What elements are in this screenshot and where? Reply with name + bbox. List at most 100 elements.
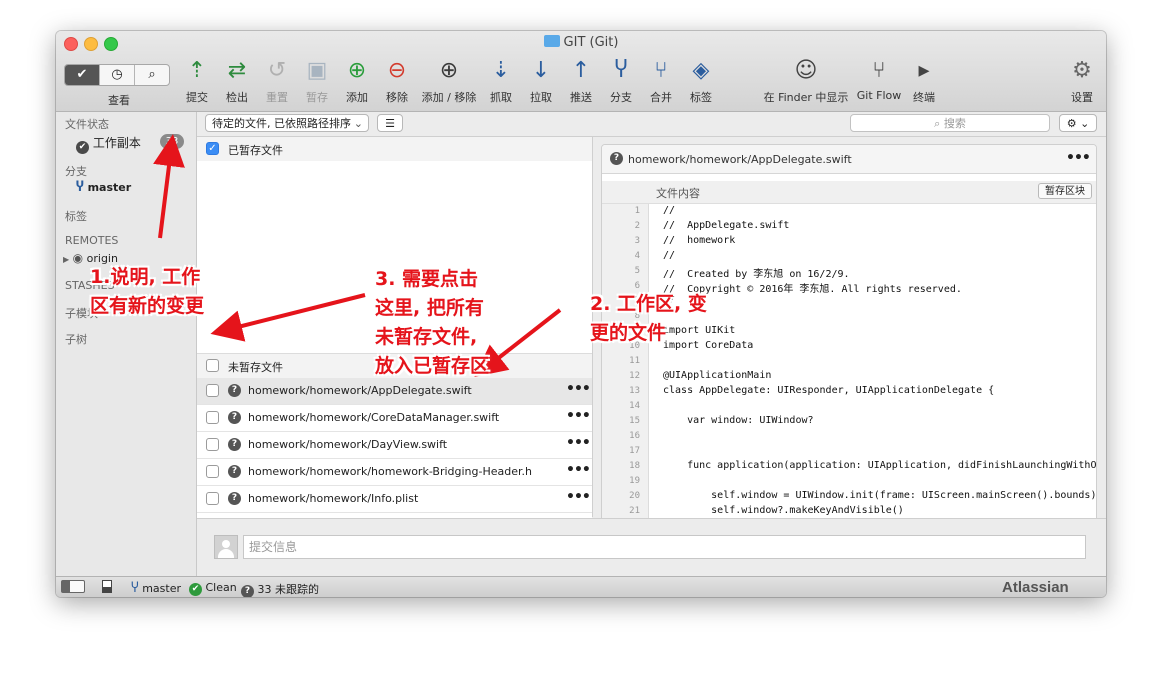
search-input[interactable]: ⌕ 搜索 [850,114,1050,132]
commit-message-input[interactable]: 提交信息 [243,535,1086,559]
sidebar: 文件状态 ✔ 工作副本 33 分支 Ⴤ master 标签 REMOTES ▶ … [56,112,197,576]
tags-header: 标签 [65,210,87,223]
diff-more-options-button[interactable]: ••• [1066,150,1091,166]
hunk-label: 文件内容 [656,187,700,200]
branches-header: 分支 [65,165,87,178]
search-icon: ⌕ [934,117,941,130]
annotation-2: 2. 工作区, 变 更的文件 [590,293,707,344]
sidebar-item-working-copy[interactable]: ✔ 工作副本 [76,134,141,154]
remotes-header: REMOTES [65,234,119,247]
action-gear-button[interactable]: ⚙ ⌄ [1059,114,1097,132]
file-path: homework/homework/Info.plist [248,492,419,505]
file-status-view-icon[interactable]: ✔ [65,65,100,85]
status-bar: Ⴤ master ✔ Clean ? 33 未跟踪的 Atlassian [56,576,1106,597]
terminal-button[interactable]: ▸ 终端 [879,57,969,105]
file-row[interactable]: ? homework/homework/DayView.swift ••• [197,432,592,459]
stage-hunk-button[interactable]: 暂存区块 [1038,183,1092,199]
app-window: GIT (Git) ✔ ◷ ⌕ 查看 ⇡ 提交 ⇄ 检出 ↺ 重置 ▣ 暂存 ⊕ 添加 ⊖ 移除 ⊕ 添加… [56,31,1106,597]
staged-files-header: ✓ 已暂存文件 [197,137,592,161]
code-line: // [663,250,676,261]
panel-toggle-icon[interactable] [102,580,112,593]
code-line: // homework [663,235,736,246]
file-stage-checkbox[interactable] [206,411,219,424]
file-row[interactable]: ? homework/homework/CoreDataManager.swift… [197,405,592,432]
file-row[interactable]: ? homework/homework/homework-Bridging-Hea… [197,459,592,486]
untracked-question-icon: ? [228,465,241,478]
file-path: homework/homework/homework-Bridging-Head… [248,465,532,478]
line-number: 20 [629,491,640,501]
sidebar-item-branch-master[interactable]: Ⴤ master [76,180,131,195]
sort-select[interactable]: 待定的文件, 已依照路径排序 ⌄ [205,114,369,132]
file-more-options-button[interactable]: ••• [566,408,591,424]
file-more-options-button[interactable]: ••• [566,462,591,478]
file-row[interactable]: ? homework/homework/AppDelegate.swift ••• [197,378,592,405]
untracked-question-icon: ? [228,411,241,424]
question-icon: ? [241,585,254,597]
untracked-question-icon: ? [228,384,241,397]
file-path: homework/homework/CoreDataManager.swift [248,411,500,424]
unstaged-files-checkbox[interactable] [206,359,219,372]
status-clean: ✔ Clean [189,581,237,596]
diff-file-path: homework/homework/AppDelegate.swift [628,153,852,166]
tag-button[interactable]: ◈ 标签 [656,57,746,105]
globe-icon: ◉ [72,251,84,265]
terminal-icon: ▸ [918,58,930,83]
disclosure-triangle-icon[interactable]: ▶ [63,255,69,264]
line-number: 11 [629,356,640,366]
list-view-button[interactable]: ☰ [377,114,403,132]
view-label: 查看 [108,94,130,107]
file-row[interactable]: ? homework/homework/Info.plist ••• [197,486,592,513]
code-line: self.window = UIWindow.init(frame: UIScr… [663,490,1097,501]
untracked-question-icon: ? [610,152,623,165]
file-more-options-button[interactable]: ••• [566,381,591,397]
toolbar-button-label: 设置 [1071,91,1093,104]
file-stage-checkbox[interactable] [206,465,219,478]
toolbar: GIT (Git) ✔ ◷ ⌕ 查看 ⇡ 提交 ⇄ 检出 ↺ 重置 ▣ 暂存 ⊕ 添加 ⊖ 移除 ⊕ 添加… [56,31,1106,112]
annotation-3: 3. 需要点击 这里, 把所有 未暂存文件, 放入已暂存区 [375,268,490,377]
avatar [214,535,238,559]
line-number: 13 [629,386,640,396]
line-number: 17 [629,446,640,456]
folder-icon [543,35,560,47]
code-line: func application(application: UIApplicat… [663,460,1097,471]
line-number: 19 [629,476,640,486]
status-untracked: ? 33 未跟踪的 [241,581,319,597]
sidebar-toggle-icon[interactable] [61,580,85,593]
file-stage-checkbox[interactable] [206,492,219,505]
untracked-question-icon: ? [228,438,241,451]
status-branch: Ⴤ master [131,581,182,596]
line-number: 2 [634,221,640,231]
code-line: self.window?.makeKeyAndVisible() [663,505,904,516]
settings-gear-icon: ⚙ [1072,58,1092,83]
line-number: 16 [629,431,640,441]
avatar-head-shape [222,540,230,548]
check-circle-icon: ✔ [76,141,89,154]
finder-icon: ☺ [794,58,818,83]
staged-files-checkbox[interactable]: ✓ [206,142,219,155]
history-view-icon[interactable]: ◷ [100,65,135,85]
line-number: 15 [629,416,640,426]
working-copy-count-badge: 33 [160,134,184,149]
avatar-body-shape [218,549,234,558]
code-line: // Created by 李东旭 on 16/2/9. [663,269,850,280]
toolbar-button-label: 标签 [690,91,712,104]
file-path: homework/homework/AppDelegate.swift [248,384,472,397]
file-more-options-button[interactable]: ••• [566,489,591,505]
file-stage-checkbox[interactable] [206,438,219,451]
settings-gear-button[interactable]: ⚙ 设置 [1037,57,1106,105]
untracked-question-icon: ? [228,492,241,505]
working-copy-label: 工作副本 [92,136,141,150]
line-number: 21 [629,506,640,516]
code-line: // Copyright © 2016年 李东旭. All rights res… [663,284,962,295]
clean-check-icon: ✔ [189,583,202,596]
gear-icon: ⚙ [1066,117,1077,130]
chevron-down-icon: ⌄ [353,117,363,130]
atlassian-brand: Atlassian [1002,579,1069,596]
line-number: 18 [629,461,640,471]
toolbar-button-label: 终端 [913,91,935,104]
file-more-options-button[interactable]: ••• [566,435,591,451]
commit-area: 提交信息 [197,518,1106,577]
file-stage-checkbox[interactable] [206,384,219,397]
window-title: GIT (Git) [56,35,1106,50]
code-line: // [663,205,676,216]
